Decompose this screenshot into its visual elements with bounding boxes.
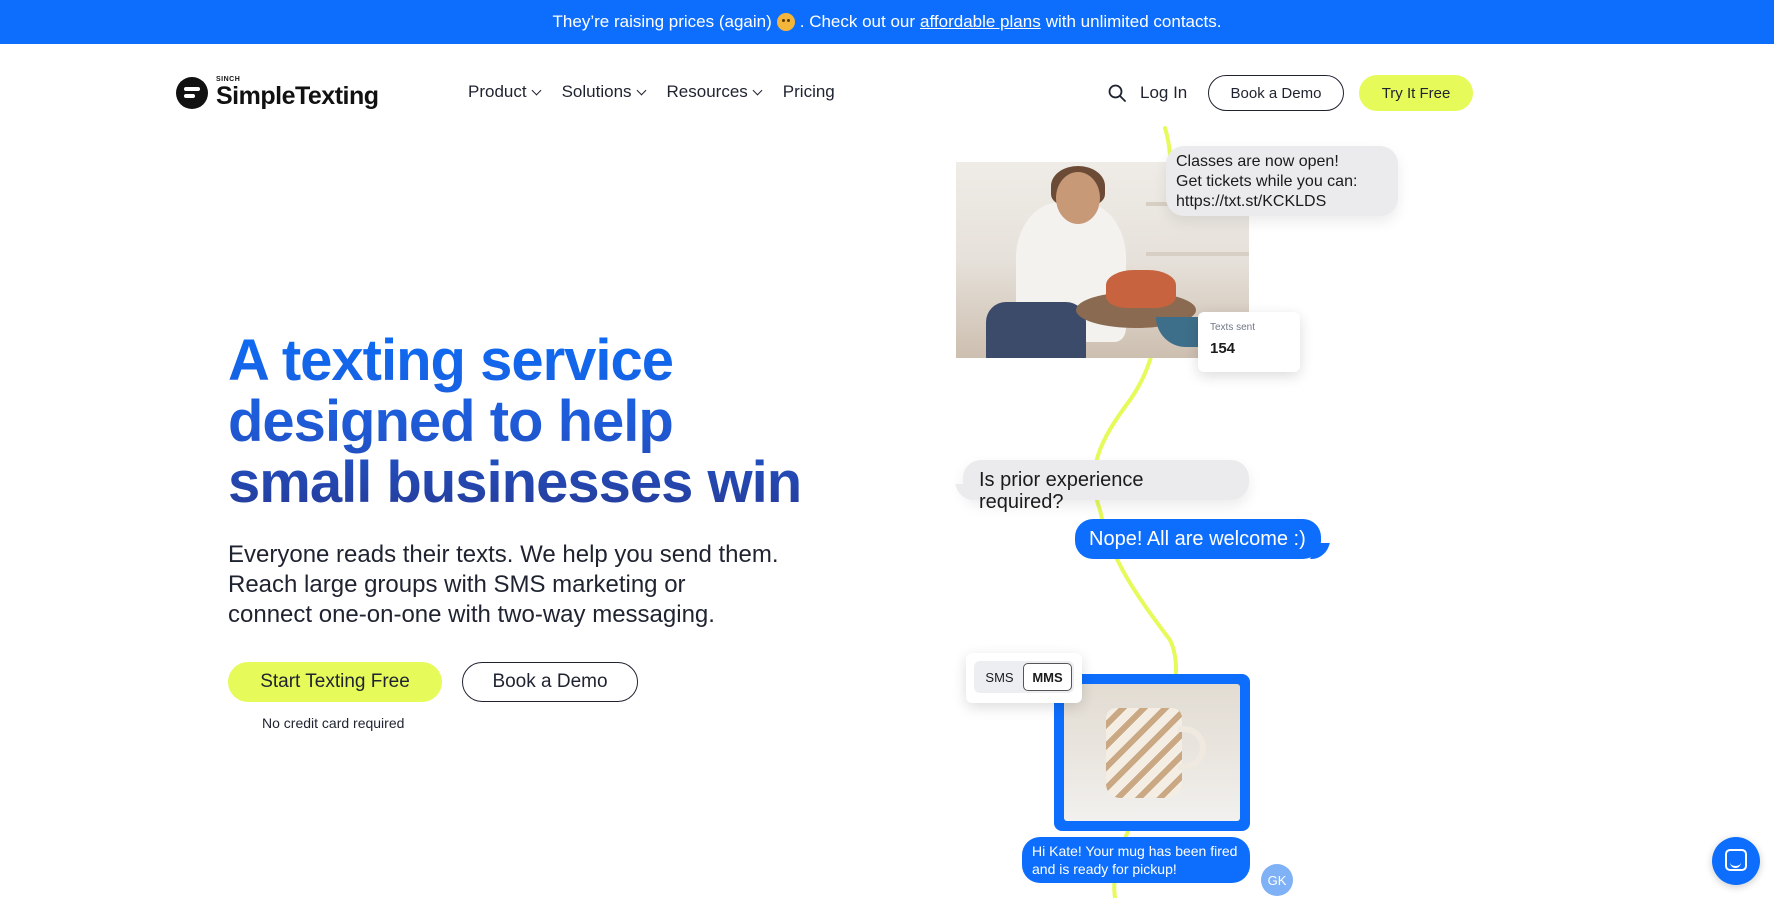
promo-text-middle: . Check out our [799, 12, 916, 31]
logo-name: SimpleTexting [216, 82, 379, 110]
sms-mms-toggle: SMS MMS [974, 661, 1074, 693]
book-demo-button-header[interactable]: Book a Demo [1208, 75, 1344, 111]
toggle-mms: MMS [1023, 663, 1072, 691]
mms-image-frame [1054, 674, 1250, 831]
message-bubble-reply: Nope! All are welcome :) [1075, 519, 1321, 559]
message-bubble-incoming: Classes are now open! Get tickets while … [1166, 146, 1398, 216]
sms-mms-toggle-card: SMS MMS [966, 653, 1082, 703]
avatar: GK [1261, 864, 1293, 896]
chevron-down-icon [636, 85, 646, 95]
chat-launcher-button[interactable] [1712, 837, 1760, 885]
book-demo-button-hero[interactable]: Book a Demo [462, 662, 638, 702]
no-credit-card-note: No credit card required [262, 715, 405, 731]
texts-sent-card: Texts sent 154 [1198, 312, 1300, 372]
toggle-sms: SMS [985, 669, 1014, 685]
simpletexting-logo-icon [176, 76, 208, 109]
simpletexting-logo[interactable]: SINCH SimpleTexting [176, 76, 379, 109]
login-link[interactable]: Log In [1140, 83, 1187, 103]
hugging-face-emoji-icon [776, 13, 795, 31]
nav-item-product[interactable]: Product [468, 82, 542, 102]
message-bubble-pickup: Hi Kate! Your mug has been fired and is … [1022, 837, 1250, 883]
nav-item-resources[interactable]: Resources [667, 82, 763, 102]
chevron-down-icon [531, 85, 542, 95]
stats-value: 154 [1210, 340, 1236, 357]
affordable-plans-link[interactable]: affordable plans [920, 12, 1041, 32]
chat-icon [1725, 849, 1747, 871]
promo-text: They’re raising prices (again) [552, 12, 772, 31]
hero-title: A texting service designed to help small… [228, 330, 848, 513]
try-free-button[interactable]: Try It Free [1359, 75, 1473, 111]
promo-banner: They’re raising prices (again) . Check o… [0, 0, 1774, 44]
search-icon[interactable] [1108, 84, 1126, 102]
message-bubble-question: Is prior experience required? [963, 460, 1249, 513]
nav-item-pricing[interactable]: Pricing [783, 82, 835, 102]
mug-photo [1064, 684, 1240, 821]
main-nav: Product Solutions Resources Pricing [468, 82, 835, 102]
promo-text-after: with unlimited contacts. [1045, 12, 1222, 31]
chevron-down-icon [752, 85, 763, 95]
start-texting-free-button[interactable]: Start Texting Free [228, 662, 442, 702]
nav-item-solutions[interactable]: Solutions [562, 82, 646, 102]
hero-subtitle: Everyone reads their texts. We help you … [228, 541, 779, 628]
stats-label: Texts sent [1210, 322, 1256, 333]
